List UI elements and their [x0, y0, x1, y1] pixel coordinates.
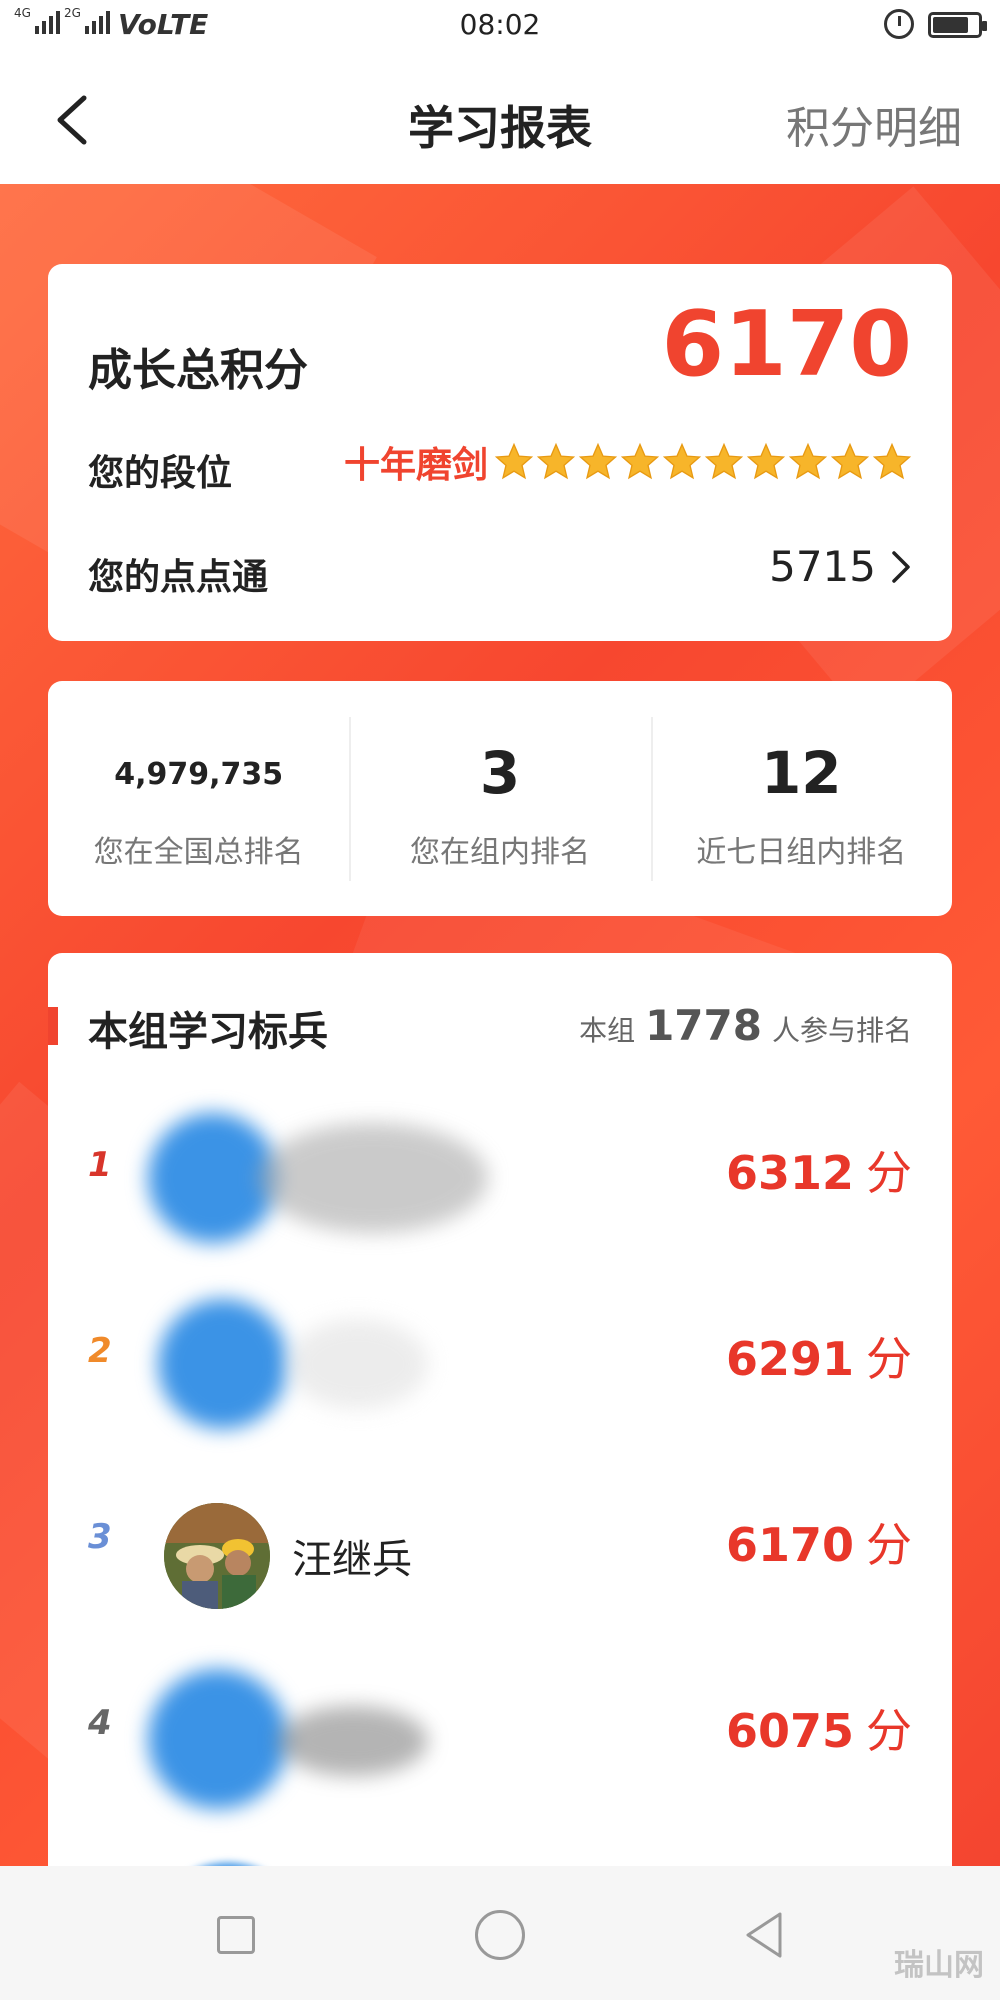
- level-stars: [494, 442, 912, 482]
- star-icon: [788, 442, 828, 480]
- section-accent-bar: [48, 1007, 58, 1045]
- row-points: 6291 分: [726, 1323, 912, 1389]
- leaderboard-title: 本组学习标兵: [88, 1009, 328, 1055]
- star-icon: [536, 442, 576, 480]
- group-rank-value: 3: [479, 739, 521, 807]
- national-rank-caption: 您在全国总排名: [93, 835, 304, 870]
- star-icon: [494, 442, 534, 480]
- participants-suffix: 人参与排名: [771, 1014, 912, 1047]
- star-icon: [830, 442, 870, 480]
- row-points-unit: 分: [866, 1332, 912, 1386]
- level-label: 您的段位: [88, 453, 233, 494]
- level-value: 十年磨剑: [344, 436, 912, 488]
- total-points-value: 6170: [661, 292, 913, 397]
- group-rank: 3 您在组内排名: [349, 681, 650, 916]
- participants-summary: 本组 1778 人参与排名: [579, 1001, 912, 1050]
- group-rank-caption: 您在组内排名: [409, 835, 590, 870]
- weekly-group-rank-value: 12: [760, 739, 842, 807]
- row-points: 6170 分: [726, 1509, 912, 1575]
- star-icon: [872, 442, 912, 480]
- redacted-name: [278, 1706, 428, 1776]
- weekly-group-rank: 12 近七日组内排名: [650, 681, 952, 916]
- row-points-value: 6291: [725, 1332, 854, 1386]
- system-nav-bar: 瑞山网: [0, 1866, 1000, 2000]
- square-icon[interactable]: [217, 1916, 255, 1954]
- ranks-card: 4,979,735 您在全国总排名 3 您在组内排名 12 近七日组内排名: [48, 681, 952, 916]
- participants-prefix: 本组: [579, 1014, 636, 1047]
- row-points-unit: 分: [866, 1146, 912, 1200]
- row-points-value: 6075: [725, 1704, 854, 1758]
- diandian-link[interactable]: 5715: [769, 542, 912, 591]
- star-icon: [704, 442, 744, 480]
- avatar: [148, 1669, 288, 1809]
- redacted-name: [288, 1319, 428, 1409]
- level-name: 十年磨剑: [343, 445, 488, 486]
- star-icon: [620, 442, 660, 480]
- diandian-value: 5715: [769, 542, 876, 591]
- row-points-value: 6170: [725, 1518, 854, 1572]
- alarm-icon: [884, 9, 914, 39]
- score-card: 成长总积分 6170 您的段位 十年磨剑 您的点点通 5715: [48, 264, 952, 641]
- clock: 08:02: [459, 8, 541, 41]
- points-detail-link[interactable]: 积分明细: [786, 92, 962, 156]
- leaderboard-row[interactable]: 4 6075 分: [48, 1651, 952, 1809]
- weekly-group-rank-caption: 近七日组内排名: [696, 835, 907, 870]
- row-points-value: 6312: [725, 1146, 854, 1200]
- star-icon: [746, 442, 786, 480]
- redacted-name: [258, 1123, 488, 1233]
- nav-bar: 学习报表 积分明细: [0, 52, 1000, 184]
- status-bar: 4G 2G VoLTE 08:02: [0, 0, 1000, 52]
- participants-count: 1778: [645, 1001, 762, 1050]
- chevron-right-icon: [892, 550, 910, 583]
- avatar: [164, 1503, 270, 1609]
- row-points-unit: 分: [866, 1518, 912, 1572]
- national-rank-value: 4,979,735: [114, 757, 284, 792]
- leaderboard-row[interactable]: 1 6312 分: [48, 1093, 952, 1243]
- row-points: 6075 分: [726, 1695, 912, 1761]
- total-points-label: 成长总积分: [88, 345, 308, 396]
- row-rank: 3: [88, 1517, 112, 1557]
- triangle-back-icon[interactable]: [740, 1910, 790, 1960]
- row-points: 6312 分: [726, 1137, 912, 1203]
- row-rank: 2: [88, 1331, 112, 1371]
- national-rank: 4,979,735 您在全国总排名: [48, 681, 349, 916]
- leaderboard-row[interactable]: 3 汪继兵 6170 分: [48, 1465, 952, 1615]
- row-name: 汪继兵: [292, 1537, 412, 1583]
- diandian-label: 您的点点通: [88, 557, 269, 598]
- avatar: [158, 1299, 288, 1429]
- row-rank: 1: [88, 1145, 112, 1185]
- circle-icon[interactable]: [475, 1910, 525, 1960]
- star-icon: [578, 442, 618, 480]
- leaderboard-card: 本组学习标兵 本组 1778 人参与排名 1 6312 分 2 6291 分 3: [48, 953, 952, 1953]
- watermark: 瑞山网: [894, 1948, 984, 1983]
- battery-icon: [928, 12, 987, 38]
- leaderboard-row[interactable]: 2 6291 分: [48, 1279, 952, 1429]
- row-points-unit: 分: [866, 1704, 912, 1758]
- star-icon: [662, 442, 702, 480]
- row-rank: 4: [88, 1703, 112, 1743]
